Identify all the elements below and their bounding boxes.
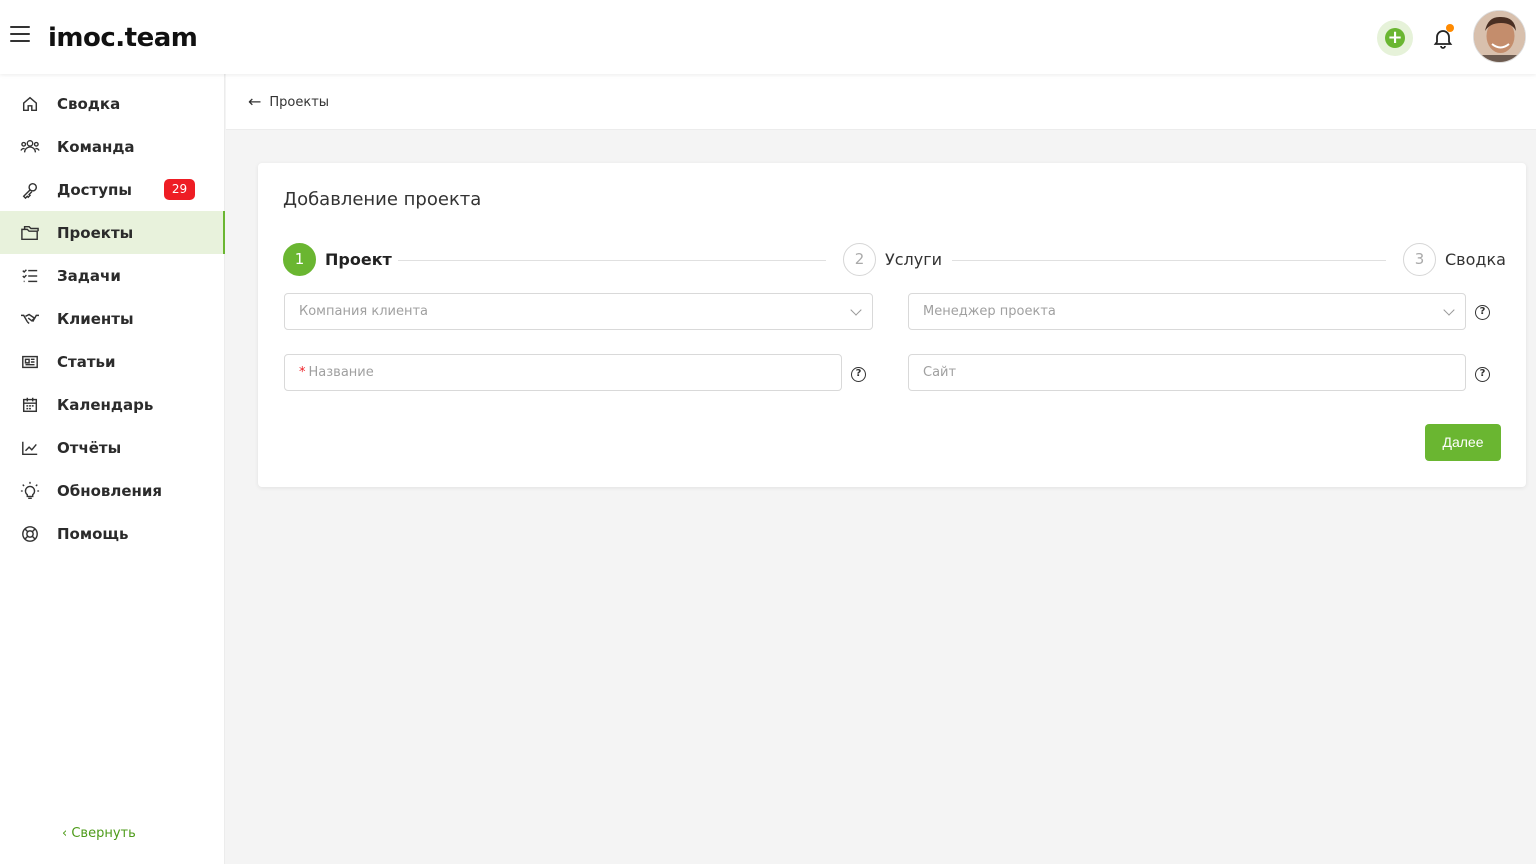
next-button[interactable]: Далее xyxy=(1425,424,1501,461)
handshake-icon xyxy=(20,309,40,329)
step-label: Сводка xyxy=(1445,250,1506,269)
arrow-left-icon: ← xyxy=(248,92,262,111)
chevron-left-icon: ‹ xyxy=(62,826,72,841)
sidebar: Сводка Команда Доступы 29 Проекты Задачи… xyxy=(0,74,225,864)
avatar[interactable] xyxy=(1473,10,1526,63)
project-name-placeholder: Название xyxy=(308,365,374,380)
sidebar-item-calendar[interactable]: Календарь xyxy=(0,383,224,426)
chevron-down-icon xyxy=(1443,304,1455,316)
sidebar-item-team[interactable]: Команда xyxy=(0,125,224,168)
sidebar-item-label: Задачи xyxy=(57,266,121,285)
breadcrumb-bar: ← Проекты xyxy=(226,74,1536,130)
add-project-card: Добавление проекта 1 Проект 2 Услуги 3 С… xyxy=(258,163,1526,487)
sidebar-item-label: Сводка xyxy=(57,94,121,113)
sidebar-item-reports[interactable]: Отчёты xyxy=(0,426,224,469)
help-icon[interactable]: ? xyxy=(851,367,866,382)
site-placeholder: Сайт xyxy=(923,365,957,380)
folders-icon xyxy=(20,223,40,243)
step-label: Проект xyxy=(325,250,392,269)
sidebar-nav: Сводка Команда Доступы 29 Проекты Задачи… xyxy=(0,74,225,555)
collapse-sidebar-button[interactable]: ‹ Свернуть xyxy=(62,826,136,841)
lifebuoy-icon xyxy=(20,524,40,544)
top-header: imoc.team + xyxy=(0,0,1536,74)
calendar-icon xyxy=(20,395,40,415)
logo[interactable]: imoc.team xyxy=(48,20,198,56)
menu-icon[interactable] xyxy=(10,26,30,48)
sidebar-item-clients[interactable]: Клиенты xyxy=(0,297,224,340)
bell-icon[interactable] xyxy=(1431,24,1455,50)
breadcrumb-label: Проекты xyxy=(269,94,330,110)
sidebar-item-label: Отчёты xyxy=(57,438,122,457)
help-icon[interactable]: ? xyxy=(1475,305,1490,320)
sidebar-item-label: Команда xyxy=(57,137,135,156)
step-number: 3 xyxy=(1403,243,1436,276)
step-connector xyxy=(398,260,826,261)
sidebar-item-help[interactable]: Помощь xyxy=(0,512,224,555)
step-project: 1 Проект xyxy=(283,243,392,276)
step-label: Услуги xyxy=(885,250,943,269)
team-icon xyxy=(20,137,40,157)
access-count-badge: 29 xyxy=(164,179,195,200)
articles-icon xyxy=(20,352,40,372)
client-company-placeholder: Компания клиента xyxy=(299,304,429,319)
sidebar-item-label: Проекты xyxy=(57,223,134,242)
step-connector xyxy=(952,260,1386,261)
key-icon xyxy=(20,180,40,200)
lightbulb-icon xyxy=(20,481,40,501)
client-company-select[interactable]: Компания клиента xyxy=(284,293,873,330)
step-number: 2 xyxy=(843,243,876,276)
help-icon[interactable]: ? xyxy=(1475,367,1490,382)
required-mark: * xyxy=(299,365,306,380)
breadcrumb-back-link[interactable]: ← Проекты xyxy=(248,92,329,112)
sidebar-item-articles[interactable]: Статьи xyxy=(0,340,224,383)
step-number: 1 xyxy=(283,243,316,276)
site-input[interactable]: Сайт xyxy=(908,354,1466,391)
sidebar-item-tasks[interactable]: Задачи xyxy=(0,254,224,297)
sidebar-item-label: Обновления xyxy=(57,481,163,500)
sidebar-item-updates[interactable]: Обновления xyxy=(0,469,224,512)
project-manager-placeholder: Менеджер проекта xyxy=(923,304,1056,319)
chevron-down-icon xyxy=(850,304,862,316)
project-name-input[interactable]: * Название xyxy=(284,354,842,391)
sidebar-item-projects[interactable]: Проекты xyxy=(0,211,225,254)
notification-dot xyxy=(1446,24,1454,32)
step-summary: 3 Сводка xyxy=(1403,243,1506,276)
sidebar-item-summary[interactable]: Сводка xyxy=(0,82,224,125)
page-title: Добавление проекта xyxy=(283,189,482,210)
sidebar-item-label: Календарь xyxy=(57,395,154,414)
project-manager-select[interactable]: Менеджер проекта xyxy=(908,293,1466,330)
chart-icon xyxy=(20,438,40,458)
tasks-icon xyxy=(20,266,40,286)
sidebar-item-label: Клиенты xyxy=(57,309,134,328)
step-services: 2 Услуги xyxy=(843,243,942,276)
sidebar-item-access[interactable]: Доступы 29 xyxy=(0,168,224,211)
sidebar-item-label: Помощь xyxy=(57,524,129,543)
sidebar-item-label: Статьи xyxy=(57,352,116,371)
collapse-label: Свернуть xyxy=(71,826,136,841)
sidebar-item-label: Доступы xyxy=(57,180,132,199)
add-button[interactable]: + xyxy=(1377,20,1413,56)
home-icon xyxy=(20,94,40,114)
plus-icon: + xyxy=(1385,28,1405,48)
